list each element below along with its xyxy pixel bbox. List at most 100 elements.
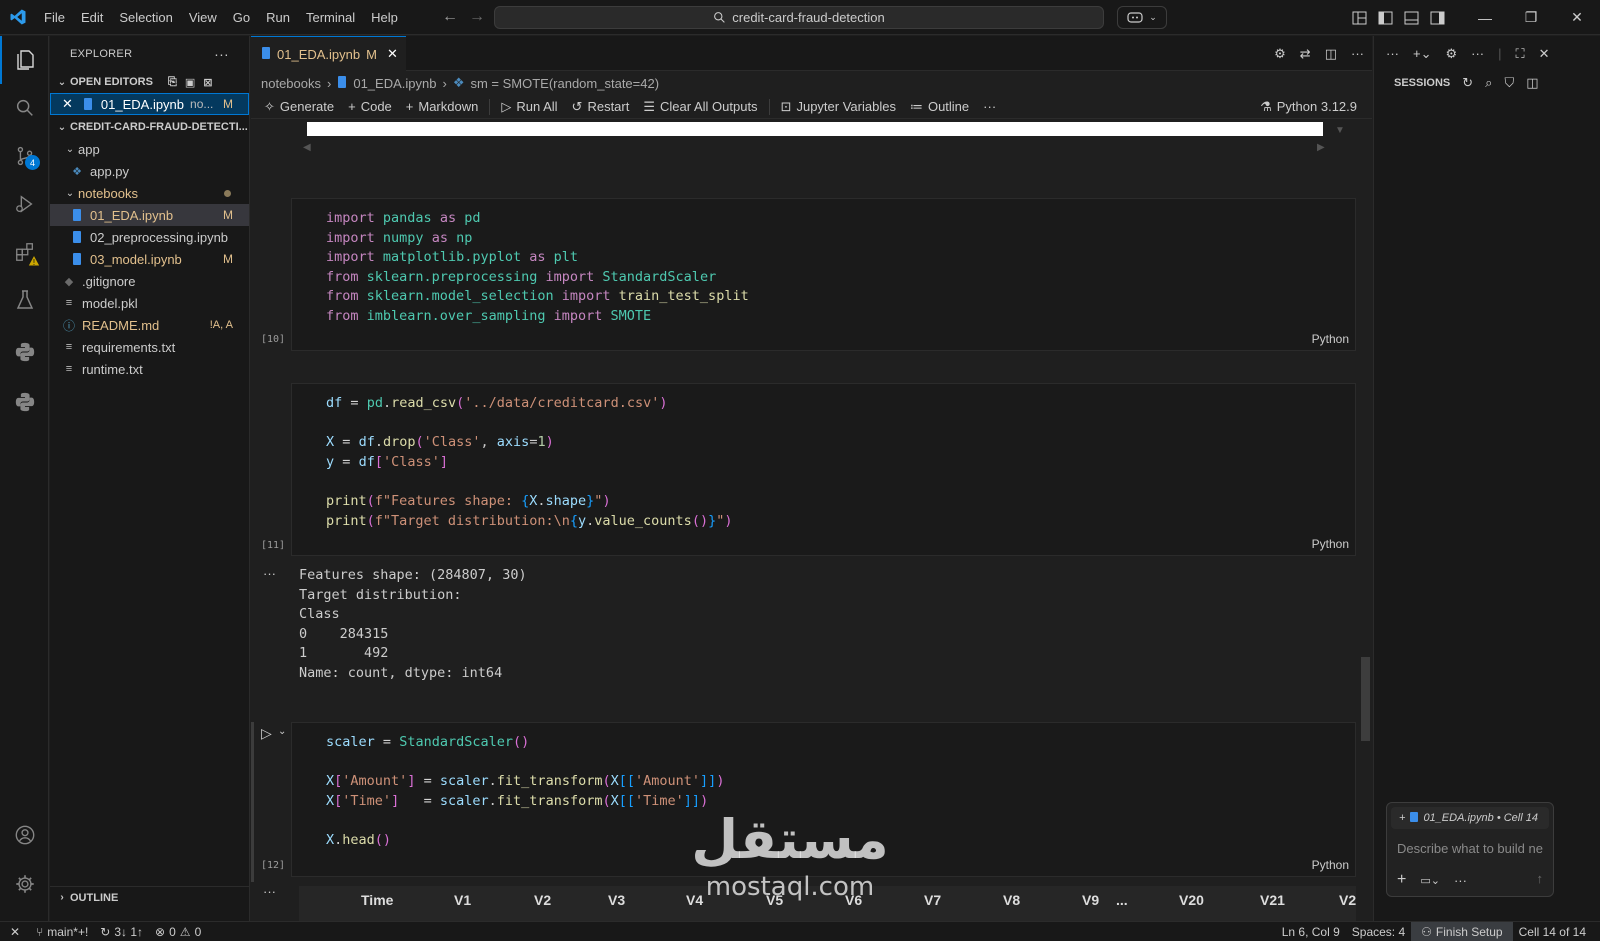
editor-scrollbar[interactable] [1361,657,1370,741]
save-all-icon[interactable]: ▣ [185,76,195,89]
breadcrumb-file[interactable]: 01_EDA.ipynb [353,76,436,91]
outline-section[interactable]: › OUTLINE [50,886,249,908]
filter-icon[interactable]: ⛉ [1504,75,1514,91]
indentation[interactable]: Spaces: 4 [1346,925,1411,939]
cell-11-source[interactable]: df = pd.read_csv('../data/creditcard.csv… [326,394,733,531]
tree-file-gitignore[interactable]: ◆ .gitignore [50,270,249,292]
minimize-icon[interactable]: — [1462,0,1508,35]
new-session-plus-icon[interactable]: +⌄ [1413,46,1431,62]
toggle-sidebar-icon[interactable] [1372,0,1398,35]
cell-10-source[interactable]: import pandas as pd import numpy as np i… [326,209,749,327]
extensions-icon[interactable]: ! [0,228,49,276]
source-control-icon[interactable]: 4 [0,132,49,180]
add-context-icon[interactable]: + [1399,812,1405,824]
more-actions-icon[interactable]: ··· [214,46,229,62]
run-options-chevron-icon[interactable]: ⌄ [278,726,286,737]
customize-layout-icon[interactable] [1346,0,1372,35]
code-cell-12[interactable]: scaler = StandardScaler() X['Amount'] = … [291,722,1356,877]
generate-button[interactable]: ✧ Generate [257,99,341,115]
tree-file-runtime[interactable]: ≡ runtime.txt [50,358,249,380]
menu-edit[interactable]: Edit [73,0,111,35]
chat-input-box[interactable]: + 01_EDA.ipynb • Cell 14 Describe what t… [1386,802,1554,897]
tree-folder-notebooks[interactable]: ⌄ notebooks [50,182,249,204]
more-actions-icon[interactable]: ··· [1454,873,1467,888]
toggle-panel-icon[interactable] [1398,0,1424,35]
breadcrumb-symbol[interactable]: sm = SMOTE(random_state=42) [470,76,659,91]
command-center-search[interactable]: credit-card-fraud-detection [494,6,1104,29]
search-icon[interactable]: ⌕ [1485,75,1492,91]
cell-indicator[interactable]: Cell 14 of 14 [1513,925,1600,939]
close-window-icon[interactable]: ✕ [1554,0,1600,35]
python-environments-icon[interactable] [0,378,49,426]
tree-file-model-pkl[interactable]: ≡ model.pkl [50,292,249,314]
menu-go[interactable]: Go [225,0,258,35]
restart-button[interactable]: ↺ Restart [565,99,637,115]
menu-terminal[interactable]: Terminal [298,0,363,35]
search-icon[interactable] [0,84,49,132]
project-section[interactable]: ⌄ CREDIT-CARD-FRAUD-DETECTI... [50,116,249,138]
run-all-button[interactable]: ▷ Run All [494,99,564,115]
branch-indicator[interactable]: ⑂ main*+! [30,925,94,939]
toggle-layout-icon[interactable]: ◫ [1526,75,1538,91]
cell-language[interactable]: Python [1312,858,1349,872]
restore-icon[interactable]: ❐ [1508,0,1554,35]
tree-file-app-py[interactable]: ❖ app.py [50,160,249,182]
close-all-icon[interactable]: ⊠ [203,76,212,89]
remote-indicator-icon[interactable]: ✕ [0,925,30,939]
clear-outputs-button[interactable]: ☰ Clear All Outputs [636,99,764,115]
problems-indicator[interactable]: ⊗ 0 ⚠ 0 [149,925,207,939]
tree-file-readme[interactable]: ⓘ README.md !A, A [50,314,249,336]
menu-view[interactable]: View [181,0,225,35]
cell-12-source[interactable]: scaler = StandardScaler() X['Amount'] = … [326,733,724,851]
split-editor-icon[interactable]: ◫ [1325,46,1337,62]
testing-icon[interactable] [0,276,49,324]
open-editor-item[interactable]: ✕ 01_EDA.ipynb no... M [50,93,249,115]
breadcrumb-notebooks[interactable]: notebooks [261,76,321,91]
explorer-icon[interactable] [0,36,49,84]
send-arrow-icon[interactable]: ↑ [1537,871,1544,886]
tree-file-requirements[interactable]: ≡ requirements.txt [50,336,249,358]
cell-language[interactable]: Python [1312,537,1349,551]
scroll-left-icon[interactable]: ◀ [303,142,311,153]
code-cell-11[interactable]: df = pd.read_csv('../data/creditcard.csv… [291,383,1356,556]
refresh-icon[interactable]: ↻ [1462,75,1473,91]
new-untitled-file-icon[interactable]: ⎘ [168,76,177,89]
jupyter-variables-button[interactable]: ⊡ Jupyter Variables [774,99,903,115]
menu-file[interactable]: File [36,0,73,35]
close-tab-icon[interactable]: ✕ [387,46,398,62]
more-actions-icon[interactable]: ··· [1386,46,1399,61]
scroll-right-icon[interactable]: ▶ [1317,142,1325,153]
close-icon[interactable]: ✕ [62,96,73,112]
run-debug-icon[interactable] [0,180,49,228]
add-code-button[interactable]: + Code [341,99,399,114]
menu-selection[interactable]: Selection [111,0,180,35]
add-markdown-button[interactable]: + Markdown [399,99,486,114]
toggle-secondary-sidebar-icon[interactable] [1424,0,1450,35]
manage-gear-icon[interactable] [0,860,49,908]
output-more-icon[interactable]: ··· [263,566,276,581]
settings-gear-icon[interactable]: ⚙ [1445,46,1457,62]
more-actions-icon[interactable]: ··· [976,99,1003,114]
finish-setup-button[interactable]: ⚇ Finish Setup [1411,922,1513,941]
more-actions-icon[interactable]: ··· [1471,46,1484,61]
open-editors-section[interactable]: ⌄ OPEN EDITORS ⎘ ▣ ⊠ [50,71,249,93]
output-more-icon[interactable]: ··· [263,884,276,899]
code-cell-10[interactable]: import pandas as pd import numpy as np i… [291,198,1356,351]
outline-button[interactable]: ≔ Outline [903,99,976,115]
back-arrow-icon[interactable]: ← [436,8,464,26]
copilot-button[interactable]: ⌄ [1117,6,1167,29]
menu-run[interactable]: Run [258,0,298,35]
tree-file-03-model[interactable]: 03_model.ipynb M [50,248,249,270]
device-picker-icon[interactable]: ▭⌄ [1420,874,1440,887]
close-panel-icon[interactable]: ✕ [1539,46,1550,62]
python-icon[interactable] [0,328,49,376]
run-cell-icon[interactable]: ▷ [261,725,272,742]
chat-input-placeholder[interactable]: Describe what to build ne [1397,841,1549,856]
scroll-down-icon[interactable]: ▼ [1335,125,1345,136]
tree-folder-app[interactable]: ⌄ app [50,138,249,160]
account-icon[interactable] [0,811,49,859]
maximize-icon[interactable]: ⛶ [1516,46,1525,62]
kernel-picker[interactable]: ⚗ Python 3.12.9 [1253,99,1364,115]
tree-file-02-preprocessing[interactable]: 02_preprocessing.ipynb [50,226,249,248]
tree-file-01-eda[interactable]: 01_EDA.ipynb M [50,204,249,226]
